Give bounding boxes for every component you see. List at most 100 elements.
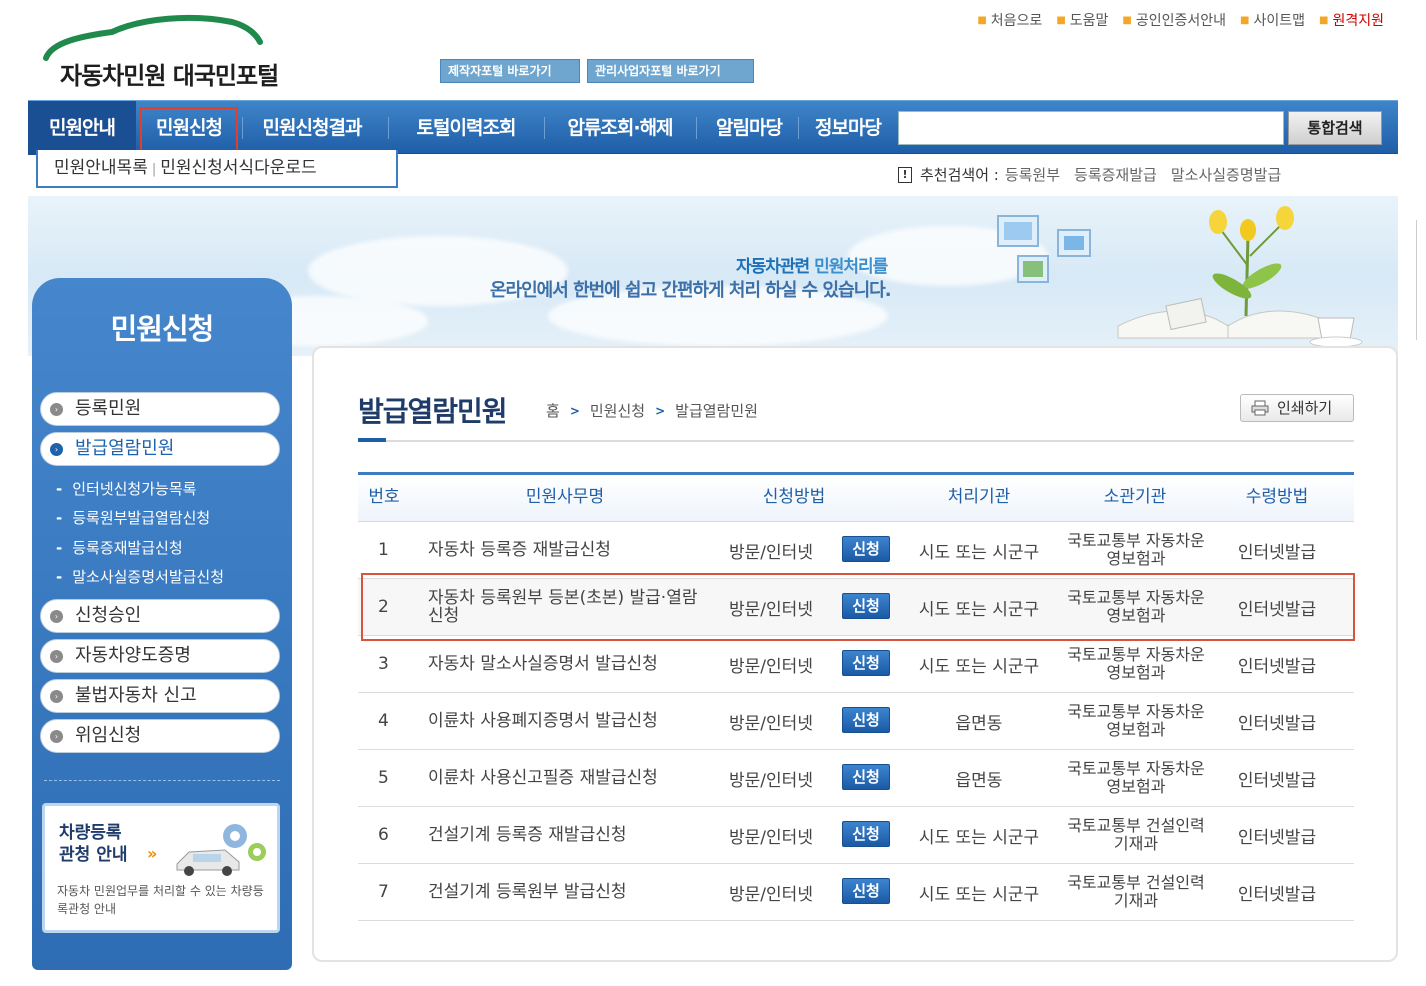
row-service-name[interactable]: 자동차 등록증 재발급신청 [428, 522, 708, 578]
banner-illustration [997, 206, 1363, 348]
gnb-separator [798, 117, 799, 139]
apply-button[interactable]: 신청 [842, 878, 890, 904]
print-button[interactable]: 인쇄하기 [1240, 394, 1354, 422]
gnb-separator [242, 117, 243, 139]
gnb-item-seizure[interactable]: 압류조회·해제 [552, 101, 688, 155]
sub-nav: 민원안내목록 | 민원신청서식다운로드 [36, 150, 398, 188]
table-body: 1 자동차 등록증 재발급신청 방문/인터넷 신청 시도 또는 시군구 국토교통부 자동차… [358, 522, 1354, 921]
apply-button[interactable]: 신청 [842, 650, 890, 676]
row-receive-method: 인터넷발급 [1237, 884, 1317, 905]
row-number: 6 [378, 825, 389, 845]
registration-office-guide-banner[interactable]: 차량등록 관청 안내 » 자동차 민원업무를 처리할 수 있는 차량등록관청 안… [42, 803, 280, 933]
print-button-label: 인쇄하기 [1277, 399, 1333, 417]
lnb-sub-deregistration-cert[interactable]: 말소사실증명서발급신청 [56, 566, 224, 587]
table-row: 3 자동차 말소사실증명서 발급신청 방문/인터넷 신청 시도 또는 시군구 국토교통부 … [358, 636, 1354, 693]
lnb-sub-internet-list[interactable]: 인터넷신청가능목록 [56, 478, 196, 499]
row-receive-method: 인터넷발급 [1237, 542, 1317, 563]
table-header: 번호 민원사무명 신청방법 처리기관 소관기관 수령방법 [358, 472, 1354, 522]
apply-button[interactable]: 신청 [842, 821, 890, 847]
lnb-item-transfer-cert[interactable]: › 자동차양도증명 [40, 639, 280, 673]
printer-icon [1251, 400, 1269, 416]
table-row: 1 자동차 등록증 재발급신청 방문/인터넷 신청 시도 또는 시군구 국토교통부 자동차… [358, 522, 1354, 579]
row-service-name-text: 자동차 등록증 재발급신청 [428, 540, 611, 560]
lnb-item-delegation[interactable]: › 위임신청 [40, 719, 280, 753]
keyword-link[interactable]: 등록원부 [1005, 164, 1060, 185]
guide-banner-desc: 자동차 민원업무를 처리할 수 있는 차량등록관청 안내 [57, 884, 264, 916]
remote-support-link[interactable]: ■ 원격지원 [1319, 10, 1384, 30]
col-receive-method: 수령방법 [1245, 487, 1309, 507]
table-row: 2 자동차 등록원부 등본(초본) 발급·열람신청 방문/인터넷 신청 시도 또는 시군… [358, 579, 1354, 636]
apply-button[interactable]: 신청 [842, 536, 890, 562]
row-method: 방문/인터넷 [729, 884, 813, 905]
subnav-guide-list[interactable]: 민원안내목록 [54, 158, 148, 178]
scrollbar[interactable] [1416, 220, 1426, 340]
lnb-item-label: 등록민원 [75, 398, 142, 419]
integrated-search-button[interactable]: 통합검색 [1288, 111, 1382, 145]
car-silhouette-icon [43, 14, 263, 61]
row-number: 5 [378, 768, 389, 788]
banner-headline-rest: 민원처리를 [809, 257, 888, 277]
row-service-name[interactable]: 건설기계 등록원부 발급신청 [428, 864, 708, 920]
gnb-item-guide[interactable]: 민원안내 [28, 101, 136, 155]
row-method: 방문/인터넷 [729, 542, 813, 563]
row-responsible-agency: 국토교통부 건설인력기재과 [1067, 873, 1205, 910]
row-method: 방문/인터넷 [729, 599, 813, 620]
row-number: 2 [378, 597, 389, 617]
sitemap-link[interactable]: ■ 사이트맵 [1240, 10, 1305, 30]
lnb-sub-cert-reissue[interactable]: 등록증재발급신청 [56, 537, 182, 558]
subnav-form-download[interactable]: 민원신청서식다운로드 [160, 158, 316, 178]
gnb-item-apply-result[interactable]: 민원신청결과 [246, 101, 378, 155]
table-row: 7 건설기계 등록원부 발급신청 방문/인터넷 신청 시도 또는 시군구 국토교통부 건설… [358, 864, 1354, 921]
banner-subline: 온라인에서 한번에 쉽고 간편하게 처리 하실 수 있습니다. [490, 280, 892, 301]
lnb-item-approval[interactable]: › 신청승인 [40, 599, 280, 633]
lnb-item-label: 불법자동차 신고 [75, 685, 197, 706]
lnb-item-issue-view[interactable]: › 발급열람민원 [40, 432, 280, 466]
chevron-right-icon: › [50, 690, 63, 703]
col-processing-agency: 처리기관 [947, 487, 1011, 507]
site-logo[interactable]: 자동차민원 대국민포털 [42, 12, 322, 92]
search-input[interactable] [898, 111, 1284, 145]
col-method: 신청방법 [762, 487, 826, 507]
chevron-right-icon: › [50, 403, 63, 416]
gnb-item-notice[interactable]: 알림마당 [702, 101, 796, 155]
chevron-right-icon: › [50, 650, 63, 663]
row-receive-method: 인터넷발급 [1237, 770, 1317, 791]
certificate-guide-link[interactable]: ■ 공인인증서안내 [1122, 10, 1226, 30]
gnb-item-apply[interactable]: 민원신청 [140, 101, 238, 155]
management-portal-button[interactable]: 관리사업자포털 바로가기 [587, 59, 754, 83]
apply-button[interactable]: 신청 [842, 707, 890, 733]
table-row: 4 이륜차 사용폐지증명서 발급신청 방문/인터넷 신청 읍면동 국토교통부 자동차운영보… [358, 693, 1354, 750]
keyword-link[interactable]: 등록증재발급 [1074, 164, 1157, 185]
subnav-separator: | [151, 162, 157, 177]
keyword-link[interactable]: 말소사실증명발급 [1171, 164, 1281, 185]
lnb-sub-ledger-issue[interactable]: 등록원부발급열람신청 [56, 507, 210, 528]
breadcrumb-apply[interactable]: 민원신청 [590, 400, 645, 421]
banner-headline: 자동차관련 민원처리를 [736, 252, 888, 277]
col-responsible-agency: 소관기관 [1103, 487, 1167, 507]
double-arrow-icon: » [147, 844, 158, 863]
car-gear-icon [176, 824, 266, 876]
breadcrumb-home[interactable]: 홈 [546, 400, 560, 421]
row-number: 1 [378, 540, 389, 560]
apply-button[interactable]: 신청 [842, 593, 890, 619]
row-service-name-text: 이륜차 사용신고필증 재발급신청 [428, 768, 658, 788]
col-number: 번호 [368, 487, 400, 507]
help-link[interactable]: ■ 도움말 [1056, 10, 1108, 30]
row-service-name[interactable]: 이륜차 사용폐지증명서 발급신청 [428, 693, 708, 749]
gnb-item-history[interactable]: 토털이력조회 [400, 101, 532, 155]
row-processing-agency: 읍면동 [955, 713, 1003, 734]
gnb-separator [388, 117, 389, 139]
lnb-item-illegal-report[interactable]: › 불법자동차 신고 [40, 679, 280, 713]
row-service-name-text: 건설기계 등록원부 발급신청 [428, 882, 627, 902]
row-service-name[interactable]: 건설기계 등록증 재발급신청 [428, 807, 708, 863]
left-nav: 민원신청 ›등록민원 ›발급열람민원 인터넷신청가능목록 등록원부발급열람신청 … [32, 278, 292, 970]
row-service-name[interactable]: 이륜차 사용신고필증 재발급신청 [428, 750, 708, 806]
gnb-item-info[interactable]: 정보마당 [802, 101, 894, 155]
row-service-name[interactable]: 자동차 말소사실증명서 발급신청 [428, 636, 708, 692]
certificate-guide-label: 공인인증서안내 [1135, 13, 1227, 29]
manufacturer-portal-button[interactable]: 제작자포털 바로가기 [440, 59, 580, 83]
lnb-item-registration[interactable]: › 등록민원 [40, 392, 280, 426]
row-service-name[interactable]: 자동차 등록원부 등본(초본) 발급·열람신청 [428, 579, 708, 635]
home-link[interactable]: ■ 처음으로 [977, 10, 1042, 30]
apply-button[interactable]: 신청 [842, 764, 890, 790]
